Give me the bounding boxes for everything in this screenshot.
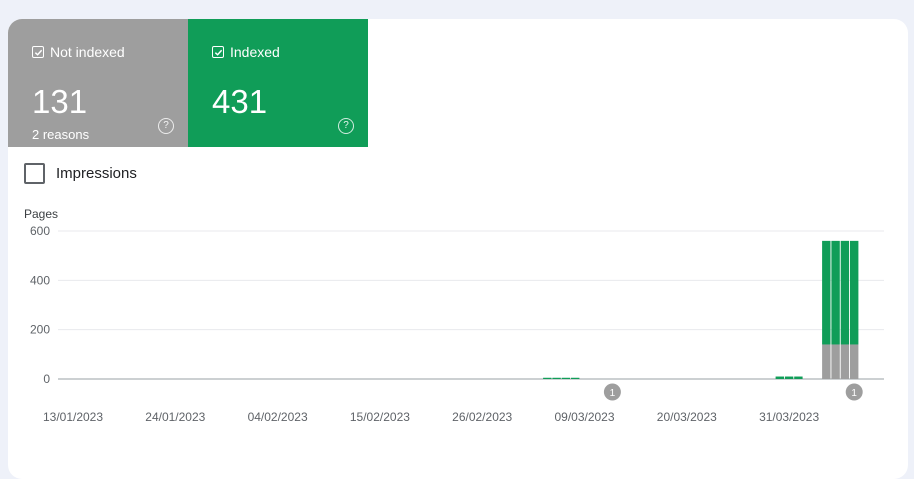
bar-indexed (850, 240, 859, 345)
bar-indexed (840, 240, 850, 345)
bar-not-indexed (840, 344, 850, 379)
annotation-label: 1 (610, 388, 616, 399)
bar-not-indexed (850, 344, 859, 379)
bar-indexed (561, 377, 571, 379)
bar-indexed (775, 376, 784, 379)
bar-not-indexed (831, 344, 840, 379)
bar-indexed (543, 377, 552, 379)
x-tick-label: 26/02/2023 (452, 410, 512, 424)
pages-chart: Pages 0 200 400 600 13/01/2023 24/01/2023 04/02… (24, 207, 884, 424)
y-tick-label: 0 (43, 372, 50, 386)
x-tick-label: 15/02/2023 (350, 410, 410, 424)
x-tick-label: 20/03/2023 (657, 410, 717, 424)
bar-indexed (822, 240, 831, 345)
bar-indexed (794, 376, 803, 379)
y-tick-label: 600 (30, 224, 50, 238)
x-tick-label: 09/03/2023 (554, 410, 614, 424)
bar-indexed (831, 240, 840, 345)
x-tick-label: 13/01/2023 (43, 410, 103, 424)
bar-not-indexed (822, 344, 831, 379)
y-tick-label: 200 (30, 323, 50, 337)
x-tick-label: 04/02/2023 (248, 410, 308, 424)
x-tick-label: 31/03/2023 (759, 410, 819, 424)
y-axis-label: Pages (24, 207, 58, 221)
annotation-label: 1 (851, 388, 857, 399)
bar-indexed (784, 376, 794, 379)
bar-indexed (571, 377, 580, 379)
bar-indexed (552, 377, 561, 379)
x-tick-label: 24/01/2023 (145, 410, 205, 424)
y-tick-label: 400 (30, 273, 50, 287)
